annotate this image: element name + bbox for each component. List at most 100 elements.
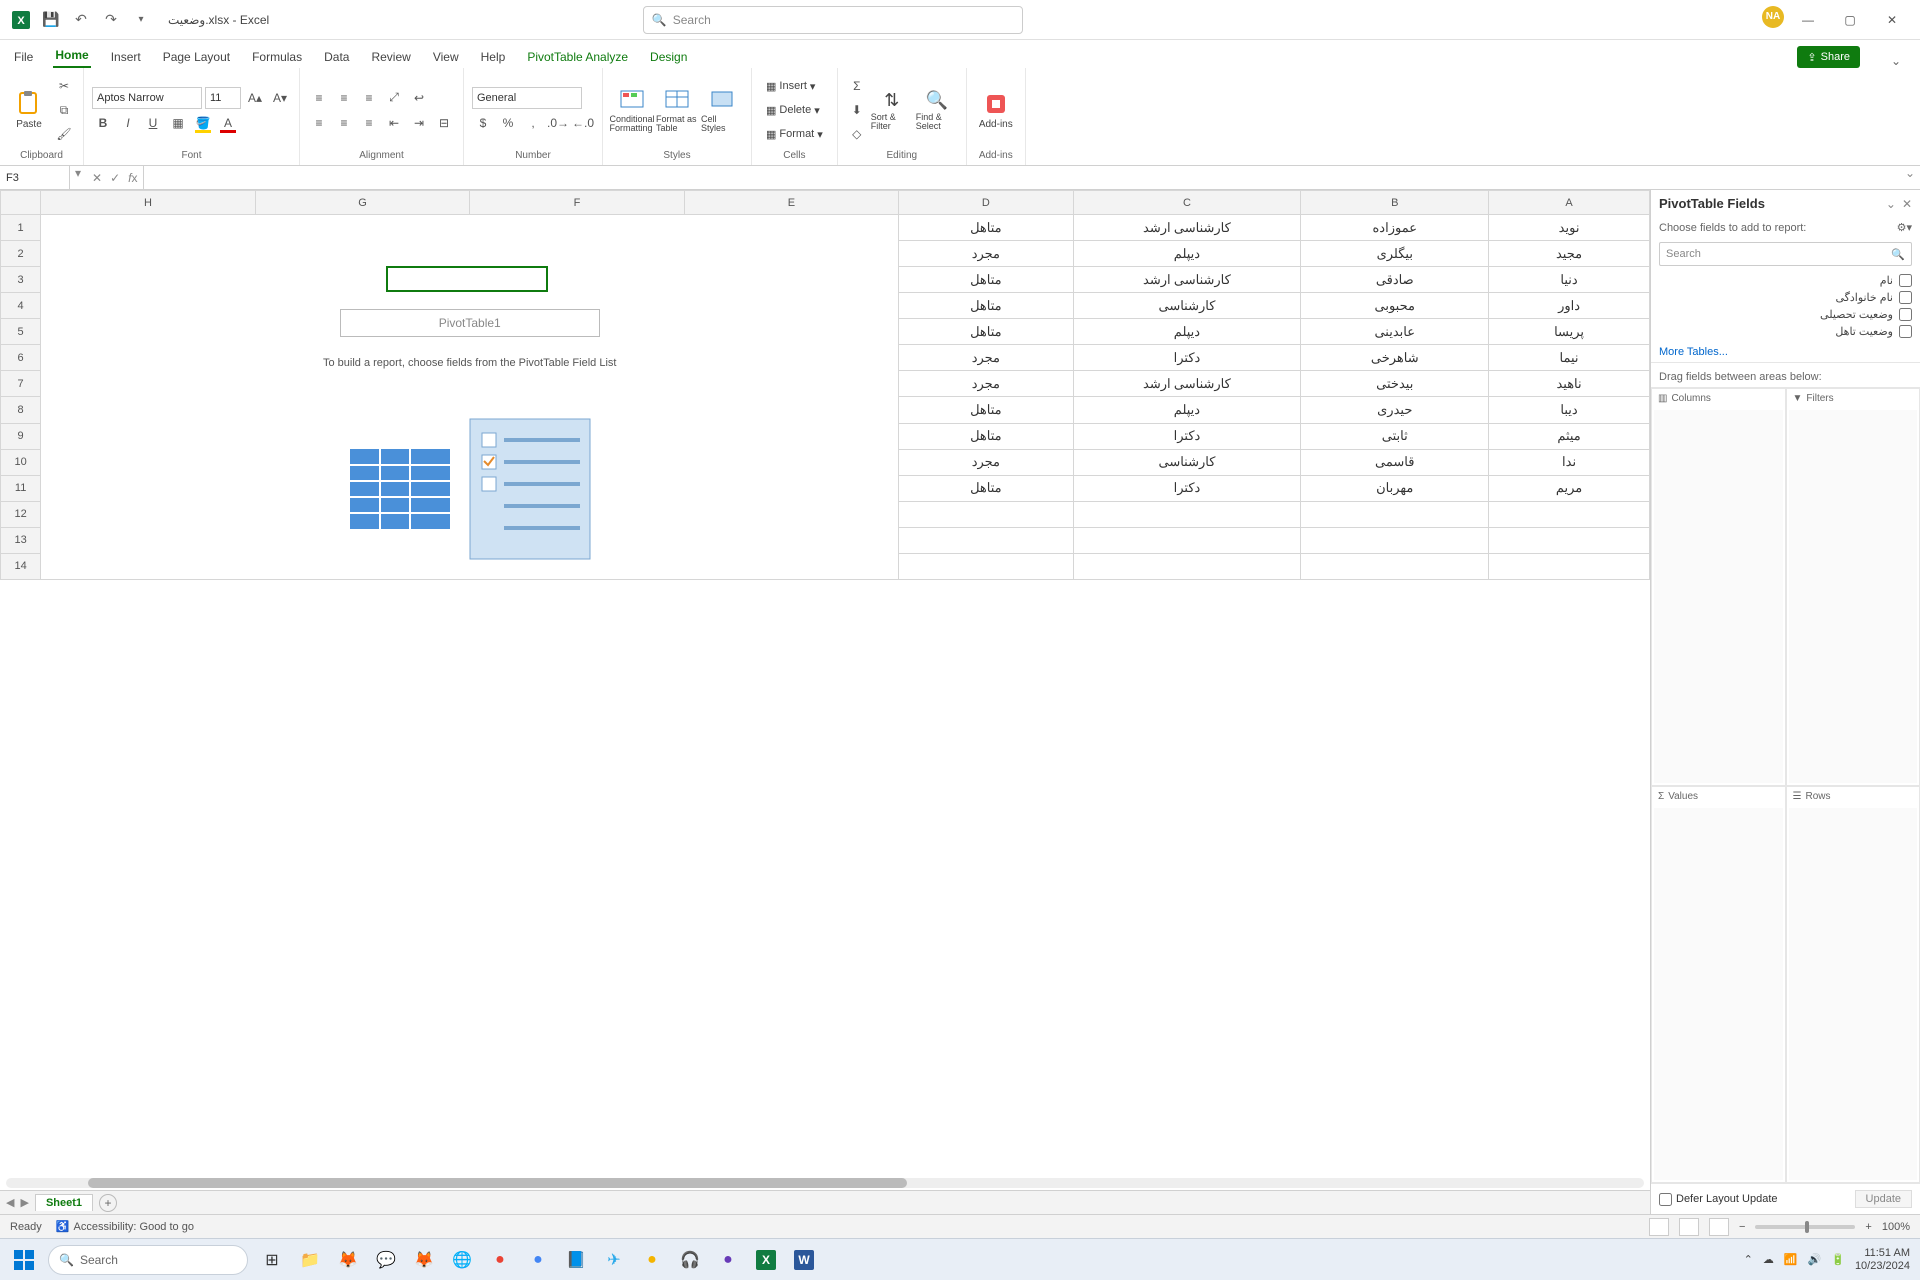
field-item[interactable]: وضعیت تحصیلی — [1659, 308, 1912, 321]
cell[interactable]: نوید — [1489, 215, 1650, 241]
cell[interactable] — [1301, 501, 1489, 527]
close-button[interactable]: ✕ — [1874, 6, 1910, 34]
align-center-icon[interactable]: ≡ — [333, 112, 355, 134]
telegram-icon[interactable]: ✈ — [600, 1246, 628, 1274]
col-header[interactable]: G — [255, 191, 470, 215]
cell[interactable] — [1301, 527, 1489, 553]
file-explorer-icon[interactable]: 📁 — [296, 1246, 324, 1274]
worksheet-grid[interactable]: H G F E D C B A 1 PivotTable1 — [0, 190, 1650, 1178]
row-header[interactable]: 10 — [1, 449, 41, 475]
cell[interactable]: دیبا — [1489, 397, 1650, 423]
more-tables-link[interactable]: More Tables... — [1651, 342, 1920, 362]
increase-decimal-icon[interactable]: .0→ — [547, 112, 569, 134]
cell[interactable] — [1489, 501, 1650, 527]
cell[interactable]: مجرد — [899, 345, 1073, 371]
cell[interactable] — [899, 501, 1073, 527]
cell[interactable]: متاهل — [899, 397, 1073, 423]
cell[interactable]: متاهل — [899, 267, 1073, 293]
accessibility-status[interactable]: ♿Accessibility: Good to go — [56, 1220, 194, 1233]
cell[interactable] — [899, 553, 1073, 579]
columns-dropzone[interactable]: ▥Columns — [1651, 388, 1786, 786]
insert-cells-button[interactable]: ▦ Insert ▾ — [760, 75, 829, 97]
cell[interactable]: دکترا — [1073, 345, 1301, 371]
cell[interactable]: مجرد — [899, 449, 1073, 475]
pane-gear-icon[interactable]: ⚙▾ — [1897, 221, 1912, 234]
col-header[interactable]: F — [470, 191, 685, 215]
row-header[interactable]: 6 — [1, 345, 41, 371]
col-header[interactable]: H — [41, 191, 256, 215]
page-break-view-icon[interactable] — [1709, 1218, 1729, 1236]
cell[interactable] — [899, 527, 1073, 553]
name-box[interactable]: F3 — [0, 166, 70, 189]
tab-file[interactable]: File — [12, 46, 35, 68]
field-checkbox[interactable] — [1899, 291, 1912, 304]
formula-input[interactable] — [144, 166, 1900, 189]
cell[interactable]: کارشناسی ارشد — [1073, 267, 1301, 293]
row-header[interactable]: 4 — [1, 293, 41, 319]
col-header[interactable]: D — [899, 191, 1073, 215]
cell[interactable]: عموزاده — [1301, 215, 1489, 241]
zoom-level[interactable]: 100% — [1882, 1221, 1910, 1233]
app-icon[interactable]: ● — [638, 1246, 666, 1274]
tab-page-layout[interactable]: Page Layout — [161, 46, 232, 68]
col-header[interactable]: E — [684, 191, 899, 215]
cell[interactable]: حیدری — [1301, 397, 1489, 423]
cell[interactable]: مجرد — [899, 241, 1073, 267]
currency-icon[interactable]: $ — [472, 112, 494, 134]
field-checkbox[interactable] — [1899, 325, 1912, 338]
align-middle-icon[interactable]: ≡ — [333, 87, 355, 109]
user-avatar[interactable]: NA — [1762, 6, 1784, 28]
task-view-icon[interactable]: ⊞ — [258, 1246, 286, 1274]
pane-close-icon[interactable]: ✕ — [1902, 197, 1912, 211]
search-box[interactable]: 🔍 Search — [643, 6, 1023, 34]
cell[interactable] — [1073, 501, 1301, 527]
filters-dropzone[interactable]: ▼Filters — [1786, 388, 1920, 786]
onedrive-icon[interactable]: ☁ — [1763, 1253, 1774, 1266]
cell[interactable]: قاسمی — [1301, 449, 1489, 475]
addins-button[interactable]: Add-ins — [975, 77, 1017, 143]
row-header[interactable]: 3 — [1, 267, 41, 293]
cell[interactable]: متاهل — [899, 319, 1073, 345]
field-item[interactable]: نام — [1659, 274, 1912, 287]
cell[interactable]: متاهل — [899, 215, 1073, 241]
conditional-formatting-button[interactable]: Conditional Formatting — [611, 77, 653, 143]
tab-insert[interactable]: Insert — [109, 46, 143, 68]
cell[interactable]: داور — [1489, 293, 1650, 319]
field-item[interactable]: وضعیت تاهل — [1659, 325, 1912, 338]
row-header[interactable]: 2 — [1, 241, 41, 267]
sheet-tab-active[interactable]: Sheet1 — [35, 1194, 93, 1211]
enter-formula-icon[interactable]: ✓ — [110, 171, 120, 185]
tab-help[interactable]: Help — [479, 46, 508, 68]
rows-dropzone[interactable]: ☰Rows — [1786, 786, 1920, 1184]
minimize-button[interactable]: — — [1790, 6, 1826, 34]
cell[interactable]: متاهل — [899, 423, 1073, 449]
tab-formulas[interactable]: Formulas — [250, 46, 304, 68]
comma-icon[interactable]: , — [522, 112, 544, 134]
battery-icon[interactable]: 🔋 — [1831, 1253, 1845, 1266]
cell[interactable]: دکترا — [1073, 423, 1301, 449]
tab-view[interactable]: View — [431, 46, 461, 68]
font-name-combo[interactable]: Aptos Narrow — [92, 87, 202, 109]
app-icon[interactable]: ● — [714, 1246, 742, 1274]
cell[interactable]: صادقی — [1301, 267, 1489, 293]
cell[interactable]: مهربان — [1301, 475, 1489, 501]
row-header[interactable]: 13 — [1, 527, 41, 553]
field-checkbox[interactable] — [1899, 274, 1912, 287]
app-icon[interactable]: 📘 — [562, 1246, 590, 1274]
autosum-icon[interactable]: Σ — [846, 75, 868, 97]
wifi-icon[interactable]: 📶 — [1784, 1253, 1798, 1266]
undo-icon[interactable]: ↶ — [70, 9, 92, 31]
app-icon[interactable]: 💬 — [372, 1246, 400, 1274]
firefox-icon[interactable]: 🦊 — [410, 1246, 438, 1274]
row-header[interactable]: 8 — [1, 397, 41, 423]
row-header[interactable]: 12 — [1, 501, 41, 527]
app-icon[interactable]: 🦊 — [334, 1246, 362, 1274]
cell[interactable]: نیما — [1489, 345, 1650, 371]
pane-dropdown-icon[interactable]: ⌄ — [1886, 197, 1896, 211]
align-left-icon[interactable]: ≡ — [308, 112, 330, 134]
cell[interactable]: دکترا — [1073, 475, 1301, 501]
cell[interactable]: دیپلم — [1073, 241, 1301, 267]
save-icon[interactable]: 💾 — [40, 9, 62, 31]
italic-icon[interactable]: I — [117, 112, 139, 134]
active-cell-f3[interactable] — [387, 267, 547, 291]
